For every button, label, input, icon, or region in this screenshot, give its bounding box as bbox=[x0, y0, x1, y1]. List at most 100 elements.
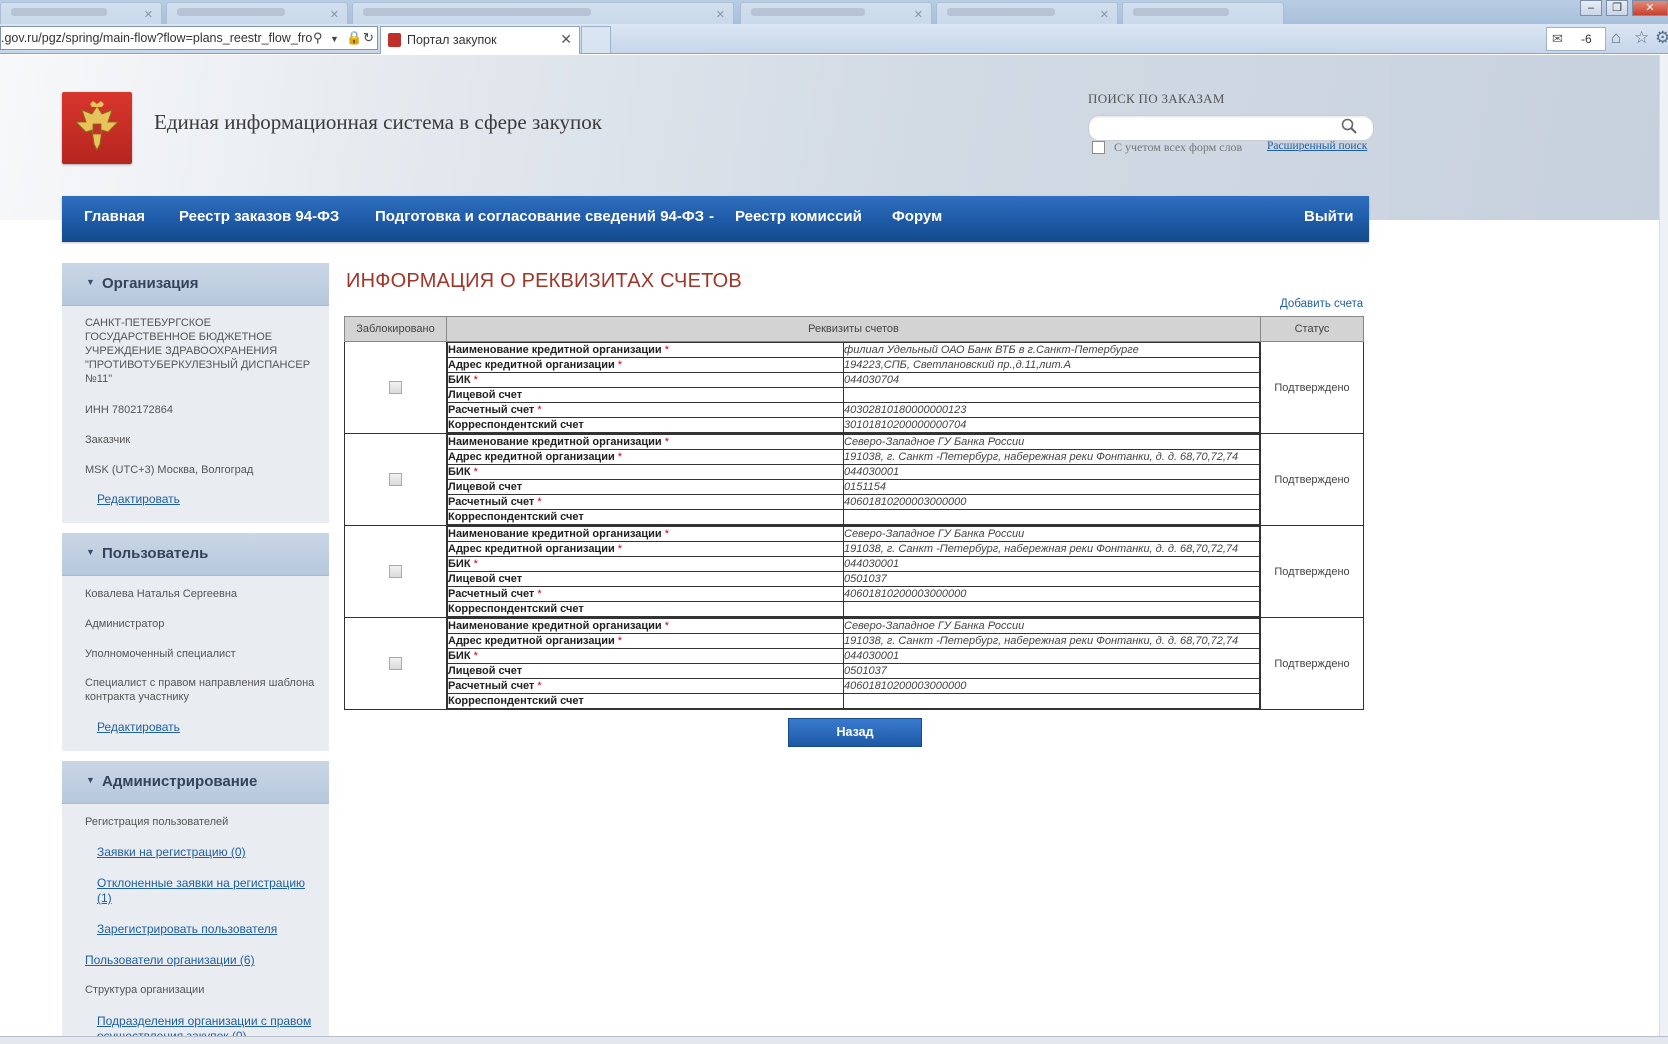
detail-label-text: Расчетный счет bbox=[448, 496, 535, 508]
administration-panel-title: Администрирование bbox=[102, 773, 258, 790]
add-accounts-link[interactable]: Добавить счета bbox=[1280, 298, 1363, 310]
home-icon[interactable]: ⌂ bbox=[1611, 28, 1621, 48]
detail-label: Наименование кредитной организации * bbox=[447, 526, 844, 542]
column-header-blocked: Заблокировано bbox=[344, 316, 447, 342]
background-tab[interactable]: ✕ bbox=[166, 2, 348, 25]
back-button[interactable]: Назад bbox=[788, 718, 922, 747]
edit-user-link[interactable]: Редактировать bbox=[97, 720, 180, 735]
search-icon[interactable]: ⚲ bbox=[313, 27, 323, 49]
blocked-cell bbox=[344, 617, 447, 710]
detail-label-text: БИК bbox=[448, 466, 471, 478]
minimize-button[interactable]: – bbox=[1580, 0, 1602, 16]
organization-panel-header[interactable]: ▼ Организация bbox=[62, 263, 329, 306]
rejected-requests-link[interactable]: Отклоненные заявки на регистрацию (1) bbox=[97, 876, 322, 906]
table-row: Наименование кредитной организации * фили… bbox=[344, 341, 1364, 434]
collapse-icon[interactable]: ▼ bbox=[86, 547, 95, 557]
detail-label-text: Расчетный счет bbox=[448, 588, 535, 600]
maximize-button[interactable]: ❐ bbox=[1606, 0, 1628, 16]
blocked-checkbox[interactable] bbox=[389, 657, 402, 670]
required-marker: * bbox=[537, 680, 542, 692]
required-marker: * bbox=[473, 466, 478, 478]
favorites-star-icon[interactable]: ☆ bbox=[1634, 28, 1649, 48]
nav-forum[interactable]: Форум bbox=[892, 208, 942, 225]
user-role-specialist: Уполномоченный специалист bbox=[85, 648, 236, 660]
blocked-checkbox[interactable] bbox=[389, 473, 402, 486]
detail-row: Корреспондентский счет bbox=[447, 693, 1260, 709]
registration-requests-link[interactable]: Заявки на регистрацию (0) bbox=[97, 845, 246, 860]
detail-value: 194223,СПБ, Светлановский пр.,д.11,лит.А bbox=[843, 357, 1260, 373]
nav-orders-registry[interactable]: Реестр заказов 94-ФЗ bbox=[179, 208, 339, 225]
background-tab[interactable] bbox=[1122, 2, 1284, 25]
detail-row: Лицевой счет bbox=[447, 387, 1260, 403]
settings-gear-icon[interactable]: ⚙ bbox=[1655, 28, 1668, 48]
status-cell: Подтверждено bbox=[1260, 341, 1364, 434]
address-url[interactable]: .gov.ru/pgz/spring/main-flow?flow=plans_… bbox=[1, 27, 312, 49]
close-window-button[interactable]: ✕ bbox=[1632, 0, 1668, 16]
organization-users-link[interactable]: Пользователи организации (6) bbox=[85, 953, 255, 968]
edit-organization-link[interactable]: Редактировать bbox=[97, 492, 180, 507]
column-header-details: Реквизиты счетов bbox=[446, 316, 1261, 342]
dropdown-arrow-icon[interactable]: ▼ bbox=[330, 28, 339, 49]
detail-label-text: Расчетный счет bbox=[448, 404, 535, 416]
background-tab[interactable]: ✕ bbox=[936, 2, 1118, 25]
blocked-cell bbox=[344, 433, 447, 526]
detail-label-text: Лицевой счет bbox=[448, 481, 523, 493]
background-tab[interactable]: ✕ bbox=[352, 2, 734, 25]
address-bar[interactable]: .gov.ru/pgz/spring/main-flow?flow=plans_… bbox=[0, 26, 378, 50]
detail-value: 0501037 bbox=[843, 571, 1260, 587]
required-marker: * bbox=[617, 451, 623, 463]
user-panel-title: Пользователь bbox=[102, 545, 209, 562]
blocked-cell bbox=[344, 341, 447, 434]
blocked-checkbox[interactable] bbox=[389, 565, 402, 578]
active-tab-title: Портал закупок bbox=[407, 33, 497, 47]
table-row: Наименование кредитной организации * Севе… bbox=[344, 617, 1364, 710]
nav-preparation[interactable]: Подготовка и согласование сведений 94-ФЗ bbox=[375, 208, 704, 225]
mail-badge[interactable]: ✉ -6 bbox=[1546, 27, 1606, 51]
all-word-forms-checkbox[interactable] bbox=[1092, 141, 1105, 154]
detail-row: Расчетный счет * 40601810200003000000 bbox=[447, 586, 1260, 602]
advanced-search-link[interactable]: Расширенный поиск bbox=[1267, 140, 1367, 152]
detail-row: Наименование кредитной организации * Севе… bbox=[447, 618, 1260, 634]
vertical-scrollbar[interactable] bbox=[1659, 55, 1668, 1043]
collapse-icon[interactable]: ▼ bbox=[86, 775, 95, 785]
lock-icon: 🔒 bbox=[346, 30, 363, 45]
accounts-table-body: Наименование кредитной организации * фили… bbox=[344, 341, 1364, 710]
nav-commissions-registry[interactable]: Реестр комиссий bbox=[735, 208, 862, 225]
nav-dropdown-icon[interactable]: - bbox=[709, 208, 714, 225]
search-icon[interactable] bbox=[1340, 117, 1358, 135]
background-tab[interactable]: ✕ bbox=[0, 2, 162, 25]
new-tab-button[interactable] bbox=[581, 26, 611, 53]
detail-label-text: Наименование кредитной организации bbox=[448, 436, 662, 448]
coat-of-arms-logo[interactable] bbox=[62, 92, 132, 164]
detail-label-text: Адрес кредитной организации bbox=[448, 635, 615, 647]
table-row: Наименование кредитной организации * Севе… bbox=[344, 433, 1364, 526]
background-tab[interactable]: ✕ bbox=[740, 2, 932, 25]
administration-panel-header[interactable]: ▼ Администрирование bbox=[62, 761, 329, 804]
blocked-cell bbox=[344, 525, 447, 618]
refresh-icon[interactable]: ↻ bbox=[363, 27, 374, 49]
required-marker: * bbox=[664, 620, 670, 632]
detail-row: БИК * 044030704 bbox=[447, 372, 1260, 388]
nav-home[interactable]: Главная bbox=[84, 208, 145, 225]
active-tab[interactable]: Портал закупок ✕ bbox=[380, 26, 580, 54]
eagle-emblem-icon bbox=[74, 101, 120, 152]
detail-label-text: Наименование кредитной организации bbox=[448, 528, 662, 540]
column-header-status: Статус bbox=[1260, 316, 1364, 342]
register-user-link[interactable]: Зарегистрировать пользователя bbox=[97, 922, 277, 937]
logout-link[interactable]: Выйти bbox=[1304, 208, 1353, 225]
user-panel-header[interactable]: ▼ Пользователь bbox=[62, 533, 329, 576]
detail-label-text: Лицевой счет bbox=[448, 665, 523, 677]
blocked-checkbox[interactable] bbox=[389, 381, 402, 394]
detail-label-text: Наименование кредитной организации bbox=[448, 344, 662, 356]
detail-label: Лицевой счет bbox=[447, 479, 844, 495]
search-input[interactable] bbox=[1088, 115, 1374, 141]
detail-value bbox=[843, 601, 1260, 617]
accounts-table: Заблокировано Реквизиты счетов Статус На… bbox=[344, 316, 1364, 710]
detail-label: Лицевой счет bbox=[447, 663, 844, 679]
registration-heading: Регистрация пользователей bbox=[85, 816, 229, 828]
required-marker: * bbox=[473, 374, 478, 386]
detail-value: 30101810200000000704 bbox=[843, 417, 1260, 433]
collapse-icon[interactable]: ▼ bbox=[86, 277, 95, 287]
close-tab-icon[interactable]: ✕ bbox=[560, 31, 572, 48]
required-marker: * bbox=[537, 588, 542, 600]
